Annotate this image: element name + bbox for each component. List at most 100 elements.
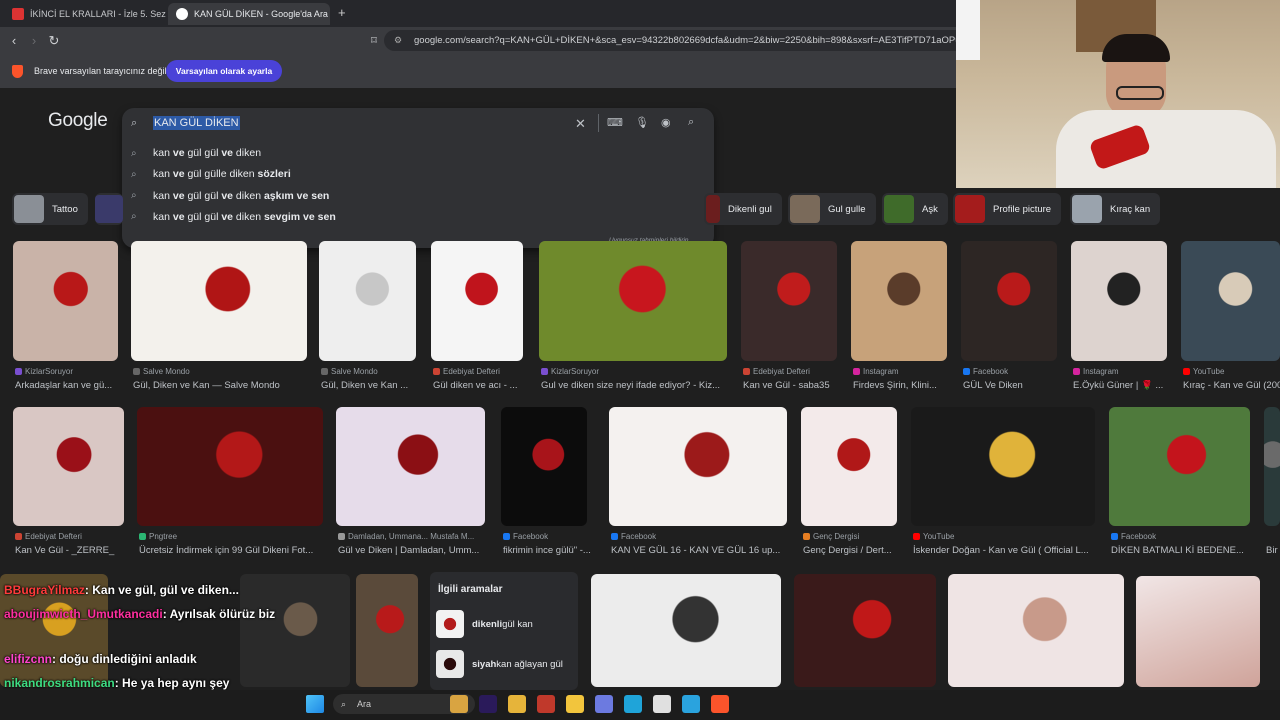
image-source[interactable]: Salve Mondo [133, 367, 190, 376]
tab-google-search[interactable]: KAN GÜL DİKEN - Google'da Ara ✕ [168, 3, 330, 25]
telegram-icon[interactable] [682, 695, 700, 713]
image-thumbnail[interactable] [336, 407, 485, 526]
chip-ask[interactable]: Aşk [882, 193, 948, 225]
chip-dikenli-gul[interactable]: Dikenli gul [704, 193, 782, 225]
image-thumbnail[interactable] [1109, 407, 1250, 526]
image-title[interactable]: KAN VE GÜL 16 - KAN VE GÜL 16 up... [611, 545, 793, 556]
image-source[interactable]: YouTube [913, 532, 954, 541]
image-thumbnail[interactable] [240, 574, 350, 687]
bookmark-icon[interactable]: ⌑ [364, 31, 384, 51]
image-source[interactable]: Facebook [611, 532, 656, 541]
search-suggestion[interactable]: ⌕ kan ve gül gül ve diken [131, 143, 261, 163]
image-title[interactable]: Firdevs Şirin, Klini... [853, 380, 953, 391]
chip-tattoo[interactable]: Tattoo [12, 193, 88, 225]
image-thumbnail[interactable] [319, 241, 416, 361]
search-suggestion[interactable]: ⌕ kan ve gül gül ve diken sevgim ve sen [131, 207, 336, 227]
image-source[interactable]: Facebook [1111, 532, 1156, 541]
search-submit-icon[interactable]: ⌕ [688, 116, 694, 129]
image-thumbnail[interactable] [591, 574, 781, 687]
image-source[interactable]: Salve Mondo [321, 367, 378, 376]
reload-icon[interactable]: ↻ [44, 31, 64, 51]
related-item[interactable]: siyah kan ağlayan gül [436, 648, 563, 680]
brave-icon[interactable] [711, 695, 729, 713]
image-thumbnail[interactable] [131, 241, 307, 361]
image-source[interactable]: Damladan, Ummana... Mustafa M... [338, 532, 474, 541]
image-thumbnail[interactable] [911, 407, 1095, 526]
folder-icon[interactable] [508, 695, 526, 713]
search-suggestion[interactable]: ⌕ kan ve gül gülle diken sözleri [131, 164, 291, 184]
image-source[interactable]: Edebiyat Defteri [15, 532, 82, 541]
image-title[interactable]: Gül, Diken ve Kan — Salve Mondo [133, 380, 313, 391]
image-source[interactable]: Pngtree [139, 532, 177, 541]
search-input[interactable]: KAN GÜL DİKEN [153, 116, 240, 130]
image-title[interactable]: Kan ve Gül - saba35 [743, 380, 843, 391]
image-thumbnail[interactable] [741, 241, 837, 361]
lens-icon[interactable]: ◉ [661, 116, 671, 129]
chip-gul-gulle[interactable]: Gul gulle [788, 193, 876, 225]
image-thumbnail[interactable] [794, 574, 936, 687]
tab-ikinci-el[interactable]: İKİNCİ EL KRALLARI - İzle 5. Sezon 2... [4, 3, 166, 25]
image-title[interactable]: Gül, Diken ve Kan ... [321, 380, 422, 391]
chip-profile-picture[interactable]: Profile picture [953, 193, 1062, 225]
image-title[interactable]: Kan Ve Gül - _ZERRE_ [15, 545, 130, 556]
image-thumbnail[interactable] [13, 407, 124, 526]
back-icon[interactable]: ‹ [4, 31, 24, 51]
image-thumbnail[interactable] [539, 241, 727, 361]
image-thumbnail[interactable] [13, 241, 118, 361]
chip-partial[interactable] [95, 193, 123, 225]
premiere-icon[interactable] [479, 695, 497, 713]
close-tab-icon[interactable]: ✕ [328, 8, 330, 21]
image-title[interactable]: Gul ve diken size neyi ifade ediyor? - K… [541, 380, 733, 391]
image-source[interactable]: Genç Dergisi [803, 532, 859, 541]
image-thumbnail[interactable] [431, 241, 523, 361]
image-thumbnail[interactable] [1071, 241, 1167, 361]
image-source[interactable]: Instagram [853, 367, 899, 376]
image-thumbnail[interactable] [948, 574, 1124, 687]
windows-start-icon[interactable] [306, 695, 324, 713]
image-title[interactable]: Genç Dergisi / Dert... [803, 545, 903, 556]
edge-icon[interactable] [624, 695, 642, 713]
image-source[interactable]: Facebook [963, 367, 1008, 376]
image-title[interactable]: İskender Doğan - Kan ve Gül ( Official L… [913, 545, 1101, 556]
image-title[interactable]: GÜL Ve Diken [963, 380, 1063, 391]
image-title[interactable]: Kıraç - Kan ve Gül (200 [1183, 380, 1280, 391]
keyboard-icon[interactable]: ⌨ [607, 116, 623, 129]
image-title[interactable]: E.Öykü Güner | 🌹 ... [1073, 380, 1173, 391]
microphone-icon[interactable]: 🎙 [635, 116, 649, 129]
chrome-icon[interactable] [566, 695, 584, 713]
image-source[interactable]: KizlarSoruyor [541, 367, 599, 376]
image-thumbnail[interactable] [851, 241, 947, 361]
google-logo[interactable]: Google [48, 110, 108, 132]
copilot-icon[interactable] [595, 695, 613, 713]
image-source[interactable]: Edebiyat Defteri [433, 367, 500, 376]
image-thumbnail[interactable] [1181, 241, 1280, 361]
address-bar[interactable]: ⚙ google.com/search?q=KAN+GÜL+DİKEN+&sca… [384, 30, 956, 51]
set-default-button[interactable]: Varsayılan olarak ayarla [166, 60, 282, 82]
image-source[interactable]: YouTube [1183, 367, 1224, 376]
search-suggestion[interactable]: ⌕ kan ve gül gül ve diken aşkım ve sen [131, 186, 329, 206]
image-thumbnail[interactable] [609, 407, 787, 526]
clear-search-icon[interactable]: ✕ [575, 116, 586, 132]
forward-icon[interactable]: › [24, 31, 44, 51]
image-thumbnail[interactable] [137, 407, 323, 526]
app-icon[interactable] [537, 695, 555, 713]
image-title[interactable]: Bir [1266, 545, 1280, 556]
image-source[interactable]: Instagram [1073, 367, 1119, 376]
image-title[interactable]: Gül diken ve acı - ... [433, 380, 529, 391]
image-title[interactable]: Ücretsiz İndirmek için 99 Gül Dikeni Fot… [139, 545, 329, 556]
image-thumbnail[interactable] [501, 407, 587, 526]
image-thumbnail[interactable] [1136, 576, 1260, 687]
image-thumbnail[interactable] [356, 574, 418, 687]
image-title[interactable]: Gül ve Diken | Damladan, Umm... [338, 545, 491, 556]
new-tab-button[interactable]: + [338, 5, 346, 20]
related-item[interactable]: dikenli gül kan [436, 608, 533, 640]
widgets-icon[interactable] [450, 695, 468, 713]
image-thumbnail[interactable] [1264, 407, 1280, 526]
image-title[interactable]: DİKEN BATMALI Kİ BEDENE... [1111, 545, 1256, 556]
image-source[interactable]: Edebiyat Defteri [743, 367, 810, 376]
site-info-icon[interactable]: ⚙ [394, 30, 402, 51]
chip-kirac-kan[interactable]: Kıraç kan [1070, 193, 1161, 225]
image-title[interactable]: Arkadaşlar kan ve gü... [15, 380, 124, 391]
image-source[interactable]: KizlarSoruyor [15, 367, 73, 376]
image-thumbnail[interactable] [801, 407, 897, 526]
